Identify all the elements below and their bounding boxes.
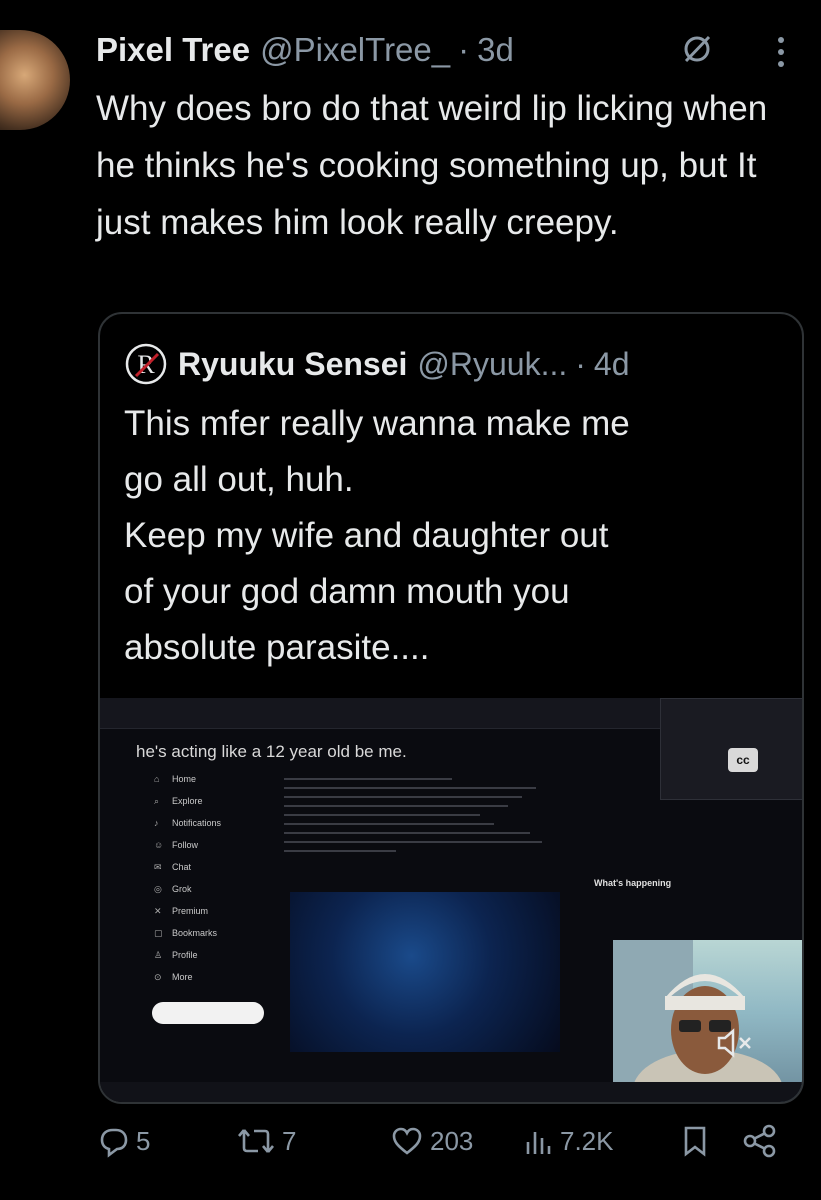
media-nav-item: ⌂ Home (154, 774, 197, 784)
author-name[interactable]: Pixel Tree (96, 31, 250, 69)
media-nav-item: ♙ Profile (154, 949, 198, 961)
quoted-post-header: R Ryuuku Sensei @Ryuuk... · 4d (124, 342, 630, 386)
reply-count: 5 (136, 1125, 151, 1156)
media-section-title: What's happening (594, 878, 672, 888)
media-nav-item: ♪ Notifications (154, 818, 222, 828)
quoted-media-video[interactable]: he's acting like a 12 year old be me. ⌂ H… (100, 698, 802, 1102)
action-bar: 5 7 203 7.2K (96, 1116, 796, 1166)
views-button[interactable]: 7.2K (524, 1116, 614, 1166)
quoted-text-line: go all out, huh. (124, 460, 354, 499)
more-icon[interactable] (775, 34, 787, 70)
media-nav-item: ☺ Follow (154, 840, 199, 850)
bookmark-icon (684, 1126, 706, 1157)
quoted-text-line: Keep my wife and daughter out (124, 516, 609, 555)
author-handle[interactable]: @PixelTree_ (260, 31, 450, 69)
quoted-author-handle[interactable]: @Ryuuk... (417, 346, 567, 383)
analytics-icon (526, 1132, 551, 1154)
quoted-author-name[interactable]: Ryuuku Sensei (178, 346, 407, 383)
media-nav-item: ✕ Premium (154, 905, 209, 917)
quoted-author-avatar[interactable]: R (124, 342, 168, 386)
bookmark-button[interactable] (680, 1116, 716, 1166)
media-nav-item: ⊙ More (154, 971, 193, 983)
repost-button[interactable]: 7 (236, 1116, 296, 1166)
quoted-post[interactable]: R Ryuuku Sensei @Ryuuk... · 4d This mfer… (98, 312, 804, 1104)
like-button[interactable]: 203 (390, 1116, 473, 1166)
media-inner-video (290, 892, 560, 1052)
quoted-post-text: This mfer really wanna make me go all ou… (124, 396, 784, 676)
quoted-post-time[interactable]: 4d (594, 346, 630, 383)
repost-icon (238, 1129, 274, 1153)
author-avatar[interactable] (0, 30, 70, 130)
media-nav-item: ◎ Grok (154, 883, 192, 895)
share-button[interactable] (742, 1116, 784, 1166)
captions-button[interactable]: cc (728, 748, 758, 772)
post-text: Why does bro do that weird lip licking w… (96, 89, 768, 242)
quoted-text-line: of your god damn mouth you (124, 572, 570, 611)
media-sidebar-nav: ⌂ Home ⌕ Explore ♪ Notifications ☺ Follow ✉ C… (154, 768, 264, 988)
reply-icon (100, 1128, 128, 1158)
media-nav-item: ⌕ Explore (154, 795, 203, 807)
post[interactable]: Pixel Tree @PixelTree_ · 3d Why does bro… (0, 0, 821, 1200)
media-nav-item: ▢ Bookmarks (154, 927, 218, 939)
media-post-button (152, 1002, 264, 1024)
webcam-person-illustration (613, 940, 783, 1102)
media-taskbar (100, 1082, 802, 1102)
like-count: 203 (430, 1125, 474, 1156)
grok-icon[interactable] (680, 32, 714, 66)
separator-dot: · (458, 31, 470, 68)
post-time[interactable]: 3d (477, 31, 514, 69)
quoted-separator-dot: · (575, 345, 586, 382)
share-icon (743, 1124, 776, 1158)
quoted-text-line: This mfer really wanna make me (124, 404, 630, 443)
heart-icon (392, 1127, 422, 1155)
view-count: 7.2K (560, 1125, 614, 1156)
reply-button[interactable]: 5 (96, 1116, 150, 1166)
media-caption: he's acting like a 12 year old be me. (136, 742, 407, 761)
mute-icon[interactable] (713, 1028, 757, 1058)
repost-count: 7 (282, 1125, 297, 1156)
media-nav-item: ✉ Chat (154, 861, 192, 873)
webcam-overlay (613, 940, 802, 1102)
quoted-text-line: absolute parasite.... (124, 628, 430, 667)
